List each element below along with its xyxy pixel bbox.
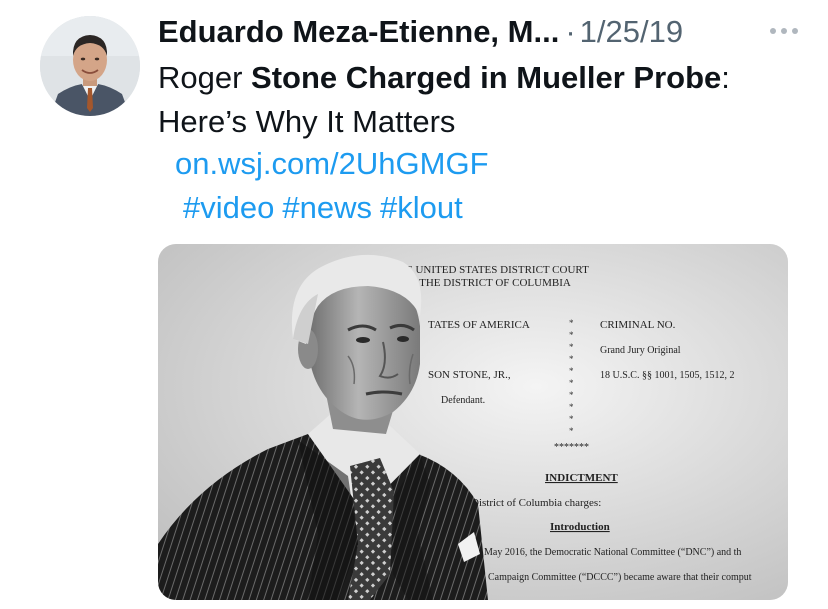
svg-text:*: * — [569, 378, 574, 388]
doc-para-line1: May 2016, the Democratic National Commit… — [484, 547, 741, 558]
doc-defendant-label: Defendant. — [441, 395, 485, 406]
doc-court-line2: FOR THE DISTRICT OF COLUMBIA — [395, 277, 571, 289]
svg-text:*: * — [569, 390, 574, 400]
svg-text:*: * — [569, 318, 574, 328]
doc-introduction: Introduction — [550, 521, 610, 533]
tweet-date[interactable]: 1/25/19 — [580, 14, 683, 50]
doc-para-line2: Campaign Committee (“DCCC”) became aware… — [488, 572, 752, 583]
doc-defendant-name: SON STONE, JR., — [428, 369, 511, 381]
svg-text:*: * — [569, 366, 574, 376]
tweet-text: Roger Stone Charged in Mueller Probe: He… — [158, 56, 808, 144]
more-button[interactable] — [764, 16, 804, 46]
tweet-text-bold: Stone Charged in Mueller Probe — [251, 60, 722, 95]
author-name[interactable]: Eduardo Meza-Etienne, M... — [158, 14, 559, 50]
tweet-text-line1: Roger Stone Charged in Mueller Probe: — [158, 56, 808, 100]
separator-dot: · — [565, 14, 576, 49]
hashtags: #video #news #klout — [183, 186, 471, 230]
svg-text:*: * — [569, 426, 574, 436]
author-avatar[interactable] — [40, 16, 140, 116]
svg-text:*: * — [569, 414, 574, 424]
article-link[interactable]: on.wsj.com/2UhGMGF — [175, 142, 489, 186]
tweet-header: Eduardo Meza-Etienne, M... · 1/25/19 — [158, 10, 808, 54]
svg-text:*: * — [569, 330, 574, 340]
doc-grand-jury: Grand Jury Original — [600, 345, 681, 356]
doc-criminal-no: CRIMINAL NO. — [600, 319, 676, 331]
tweet-text-line2: Here’s Why It Matters — [158, 104, 456, 139]
svg-text:*: * — [569, 402, 574, 412]
doc-indictment: INDICTMENT — [545, 472, 618, 484]
media-image: IN THE UNITED STATES DISTRICT COURT FOR … — [158, 244, 788, 600]
tweet-media-photo[interactable]: IN THE UNITED STATES DISTRICT COURT FOR … — [158, 244, 788, 600]
tweet-text-part2: : — [721, 60, 730, 95]
doc-charges: District of Columbia charges: — [471, 497, 601, 509]
more-horizontal-icon — [770, 28, 798, 34]
svg-text:*: * — [569, 354, 574, 364]
svg-text:*: * — [569, 342, 574, 352]
doc-statute: 18 U.S.C. §§ 1001, 1505, 1512, 2 — [600, 370, 734, 381]
hashtag-video[interactable]: #video — [183, 190, 274, 225]
hashtag-klout[interactable]: #klout — [380, 190, 463, 225]
profile-photo — [40, 16, 140, 116]
doc-stars: ******* — [554, 442, 589, 453]
hashtag-news[interactable]: #news — [282, 190, 372, 225]
tweet-text-part1: Roger — [158, 60, 252, 95]
doc-party: TATES OF AMERICA — [428, 319, 530, 331]
